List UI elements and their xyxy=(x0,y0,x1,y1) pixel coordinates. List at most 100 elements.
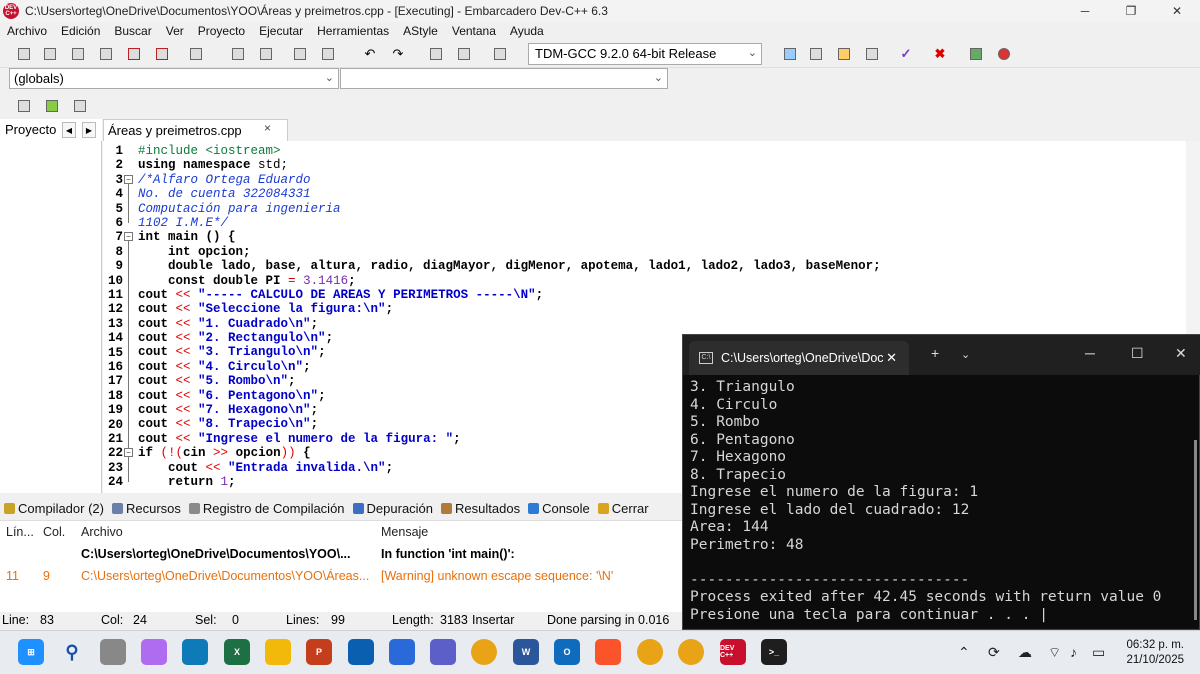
prev-tab-icon[interactable] xyxy=(426,44,446,64)
find-icon[interactable] xyxy=(228,44,248,64)
terminal-taskbar-icon[interactable]: >_ xyxy=(761,639,787,665)
profile-icon[interactable] xyxy=(966,44,986,64)
new-tab-icon[interactable]: + xyxy=(931,345,939,361)
redo-icon[interactable]: ↷ xyxy=(388,44,408,64)
indent-icon[interactable] xyxy=(290,44,310,64)
bottom-tab[interactable]: Console xyxy=(524,501,594,516)
unindent-icon[interactable] xyxy=(318,44,338,64)
menu-proyecto[interactable]: Proyecto xyxy=(191,24,252,38)
new-file-icon[interactable] xyxy=(14,44,34,64)
battery-icon[interactable]: ▭ xyxy=(1092,644,1105,661)
bottom-tab[interactable]: Recursos xyxy=(108,501,185,516)
stop-execution-icon[interactable]: ✖ xyxy=(930,44,950,64)
search-icon[interactable]: ⚲ xyxy=(59,639,85,665)
fold-toggle-icon[interactable]: − xyxy=(124,232,133,242)
bottom-tab[interactable]: Depuración xyxy=(349,501,438,516)
edge-icon[interactable] xyxy=(182,639,208,665)
header-col[interactable]: Col. xyxy=(43,525,65,539)
excel-icon[interactable]: X xyxy=(224,639,250,665)
insert-icon[interactable] xyxy=(14,96,34,116)
save-icon[interactable] xyxy=(68,44,88,64)
compiler-cell-file[interactable]: C:\Users\orteg\OneDrive\Documentos\YOO\.… xyxy=(81,547,351,561)
chrome-profile-2-icon[interactable] xyxy=(678,639,704,665)
close-file-icon[interactable] xyxy=(124,44,144,64)
close-icon[interactable]: ✕ xyxy=(1175,345,1187,362)
code-line[interactable]: No. de cuenta 322084331 xyxy=(138,187,881,201)
compiler-cell-col[interactable]: 9 xyxy=(43,569,50,583)
check-syntax-icon[interactable]: ✓ xyxy=(896,44,916,64)
code-line[interactable]: 1102 I.M.E*/ xyxy=(138,216,881,230)
tab-next-icon[interactable]: ▶ xyxy=(82,122,96,138)
devcpp-taskbar-icon[interactable]: DEV C++ xyxy=(720,639,746,665)
copilot-icon[interactable] xyxy=(141,639,167,665)
code-line[interactable]: int opcion; xyxy=(138,245,881,259)
code-line[interactable]: double lado, base, altura, radio, diagMa… xyxy=(138,259,881,273)
sync-icon[interactable]: ⟳ xyxy=(988,644,1000,661)
menu-ayuda[interactable]: Ayuda xyxy=(503,24,551,38)
console-tab[interactable]: C:\ C:\Users\orteg\OneDrive\Doc ✕ xyxy=(689,341,909,375)
volume-icon[interactable]: ♪ xyxy=(1070,644,1077,660)
close-tab-icon[interactable]: ✕ xyxy=(886,350,897,366)
close-all-icon[interactable] xyxy=(152,44,172,64)
tab-file[interactable]: Áreas y preimetros.cpp × xyxy=(103,119,288,141)
tab-prev-icon[interactable]: ◀ xyxy=(62,122,76,138)
bottom-tab[interactable]: Cerrar xyxy=(594,501,653,516)
store-icon[interactable] xyxy=(348,639,374,665)
powerpoint-icon[interactable]: P xyxy=(306,639,332,665)
fold-toggle-icon[interactable]: − xyxy=(124,448,133,458)
compiler-cell-message[interactable]: [Warning] unknown escape sequence: '\N' xyxy=(381,569,613,583)
print-icon[interactable] xyxy=(186,44,206,64)
snipping-icon[interactable] xyxy=(389,639,415,665)
next-tab-icon[interactable] xyxy=(454,44,474,64)
goto-icon[interactable] xyxy=(42,96,62,116)
open-file-icon[interactable] xyxy=(40,44,60,64)
compiler-cell-message[interactable]: In function 'int main()': xyxy=(381,547,515,561)
bottom-tab[interactable]: Compilador (2) xyxy=(0,501,108,516)
menu-buscar[interactable]: Buscar xyxy=(107,24,158,38)
menu-herramientas[interactable]: Herramientas xyxy=(310,24,396,38)
fold-toggle-icon[interactable]: − xyxy=(124,174,133,184)
maximize-icon[interactable]: ☐ xyxy=(1131,345,1144,362)
compiler-select[interactable]: TDM-GCC 9.2.0 64-bit Release ⌄ xyxy=(528,43,762,65)
function-select[interactable]: ⌄ xyxy=(340,68,668,89)
debug-icon[interactable] xyxy=(994,44,1014,64)
compiler-cell-line[interactable]: 11 xyxy=(6,569,19,583)
file-explorer-icon[interactable] xyxy=(265,639,291,665)
header-file[interactable]: Archivo xyxy=(81,525,123,539)
restore-button[interactable]: ❐ xyxy=(1108,0,1154,22)
menu-ventana[interactable]: Ventana xyxy=(445,24,503,38)
code-line[interactable]: int main () { xyxy=(138,230,881,244)
project-options-icon[interactable] xyxy=(70,96,90,116)
cloud-icon[interactable]: ☁ xyxy=(1018,644,1032,661)
compile-run-icon[interactable] xyxy=(834,44,854,64)
header-message[interactable]: Mensaje xyxy=(381,525,428,539)
toggle-bookmark-icon[interactable] xyxy=(490,44,510,64)
word-icon[interactable]: W xyxy=(513,639,539,665)
task-view-icon[interactable] xyxy=(100,639,126,665)
bottom-tab[interactable]: Registro de Compilación xyxy=(185,501,349,516)
tab-proyecto[interactable]: Proyecto ◀ ▶ xyxy=(0,119,102,141)
close-button[interactable]: ✕ xyxy=(1154,0,1200,22)
run-icon[interactable] xyxy=(806,44,826,64)
code-line[interactable]: cout << "Seleccione la figura:\n"; xyxy=(138,302,881,316)
start-icon[interactable]: ⊞ xyxy=(18,639,44,665)
menu-edicion[interactable]: Edición xyxy=(54,24,107,38)
wifi-icon[interactable]: ⌔ xyxy=(1048,644,1061,662)
code-line[interactable]: cout << "----- CALCULO DE AREAS Y PERIME… xyxy=(138,288,881,302)
code-line[interactable]: Computación para ingenieria xyxy=(138,202,881,216)
bottom-tab[interactable]: Resultados xyxy=(437,501,524,516)
menu-ver[interactable]: Ver xyxy=(159,24,191,38)
clock[interactable]: 06:32 p. m. 21/10/2025 xyxy=(1126,638,1184,668)
code-line[interactable]: const double PI = 3.1416; xyxy=(138,274,881,288)
menu-archivo[interactable]: Archivo xyxy=(0,24,54,38)
undo-icon[interactable]: ↶ xyxy=(360,44,380,64)
save-all-icon[interactable] xyxy=(96,44,116,64)
brave-icon[interactable] xyxy=(595,639,621,665)
console-scrollbar[interactable] xyxy=(1194,440,1197,620)
header-line[interactable]: Lín... xyxy=(6,525,34,539)
tray-chevron-icon[interactable]: ⌃ xyxy=(958,644,970,661)
outlook-icon[interactable]: O xyxy=(554,639,580,665)
chevron-down-icon[interactable]: ⌄ xyxy=(961,348,970,361)
minimize-icon[interactable]: ─ xyxy=(1085,345,1095,361)
code-line[interactable]: #include <iostream> xyxy=(138,144,881,158)
